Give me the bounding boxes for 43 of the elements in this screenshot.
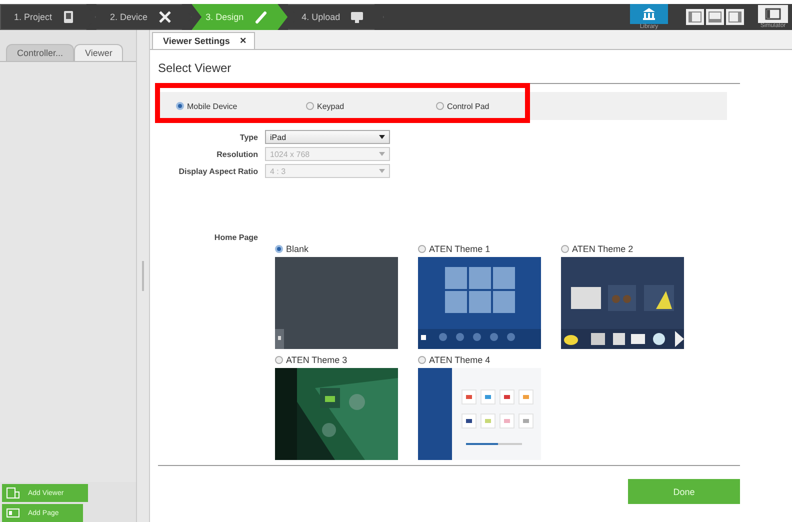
tools-icon xyxy=(158,10,172,24)
radio-button[interactable] xyxy=(418,245,426,253)
radio-button[interactable] xyxy=(306,102,314,110)
radio-button[interactable] xyxy=(561,245,569,253)
radio-option[interactable]: ATEN Theme 1 xyxy=(418,244,490,254)
radio-button[interactable] xyxy=(275,245,283,253)
splitter-handle[interactable] xyxy=(142,261,144,291)
radio-button[interactable] xyxy=(176,102,184,110)
caret-icon xyxy=(379,152,385,156)
radio-option[interactable]: Mobile Device xyxy=(176,102,306,110)
section-title: Select Viewer xyxy=(158,61,740,84)
radio-option[interactable]: Blank xyxy=(275,244,309,254)
radio-option[interactable]: Keypad xyxy=(306,102,436,110)
monitor-icon xyxy=(350,10,364,24)
step-tab[interactable]: 4. Upload xyxy=(288,4,384,30)
dropdown[interactable]: iPad xyxy=(265,130,390,144)
layout-button[interactable] xyxy=(726,9,744,25)
radio-option[interactable]: ATEN Theme 2 xyxy=(561,244,634,254)
radio-option[interactable]: ATEN Theme 4 xyxy=(418,355,490,365)
layout-button[interactable] xyxy=(706,9,724,25)
sidebar-tab[interactable]: Viewer xyxy=(74,44,124,61)
caret-icon xyxy=(379,169,385,173)
caret-icon xyxy=(379,135,385,139)
screen-icon xyxy=(765,8,781,20)
step-tab[interactable]: 2. Device xyxy=(96,4,192,30)
step-tab[interactable]: 1. Project xyxy=(0,4,96,30)
library-icon xyxy=(642,7,656,21)
field-label: Display Aspect Ratio xyxy=(178,166,258,176)
radio-button[interactable] xyxy=(275,356,283,364)
field-label: Resolution xyxy=(216,150,258,158)
page-icon xyxy=(6,507,20,519)
field-label: Home Page xyxy=(213,233,258,244)
field-label: Type xyxy=(238,132,258,142)
document-tab[interactable]: Viewer Settings × xyxy=(152,32,256,49)
radio-option[interactable]: ATEN Theme 3 xyxy=(275,355,348,365)
devices-icon xyxy=(6,487,20,499)
brush-icon xyxy=(254,10,268,24)
close-button[interactable]: × xyxy=(240,35,246,47)
radio-button[interactable] xyxy=(418,356,426,364)
radio-option[interactable]: Control Pad xyxy=(436,102,566,110)
sidebar-tab[interactable]: Controller... xyxy=(6,44,74,61)
radio-button[interactable] xyxy=(436,102,444,110)
layout-button[interactable] xyxy=(686,9,704,25)
